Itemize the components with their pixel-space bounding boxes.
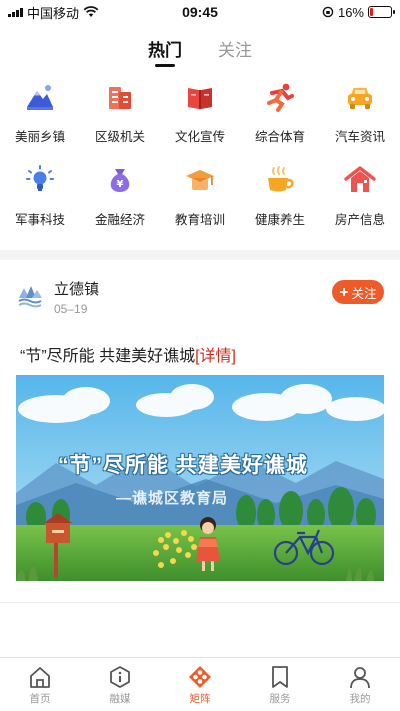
graduation-cap-icon — [183, 163, 217, 197]
orientation-lock-icon — [322, 6, 334, 18]
home-icon — [30, 667, 50, 688]
category-label: 教育培训 — [174, 213, 225, 227]
follow-button[interactable]: 关注 — [332, 280, 384, 304]
category-finance[interactable]: ¥ 金融经济 — [80, 163, 160, 228]
bottom-nav: 首页 融媒 矩阵 服务 我的 — [0, 657, 400, 711]
category-real-estate[interactable]: 房产信息 — [320, 163, 400, 228]
wifi-icon — [83, 6, 99, 17]
mountain-icon — [23, 80, 57, 114]
nav-matrix[interactable]: 矩阵 — [160, 658, 240, 711]
category-sports[interactable]: 综合体育 — [240, 80, 320, 145]
tab-follow[interactable]: 关注 — [218, 32, 252, 72]
post-date: 05–19 — [54, 302, 88, 316]
plus-icon — [340, 288, 349, 296]
user-icon — [350, 667, 370, 689]
nav-media[interactable]: 融媒 — [80, 658, 160, 711]
category-beautiful-towns[interactable]: 美丽乡镇 — [0, 80, 80, 145]
nav-service[interactable]: 服务 — [240, 658, 320, 711]
book-icon — [183, 80, 217, 114]
status-bar: 中国移动 09:45 16% — [0, 0, 400, 24]
news-post-card[interactable]: 立德镇 05–19 关注 “节”尽所能 共建美好谯城[详情] “节”尽所能 共建… — [0, 260, 400, 602]
category-label: 区级机关 — [94, 130, 145, 144]
cover-headline: “节”尽所能 共建美好谯城 — [58, 454, 308, 477]
category-education[interactable]: 教育培训 — [160, 163, 240, 228]
post-header: 立德镇 05–19 关注 — [16, 278, 384, 318]
detail-link[interactable]: [详情] — [195, 348, 236, 365]
category-label: 美丽乡镇 — [14, 130, 65, 144]
author-name[interactable]: 立德镇 — [54, 278, 99, 299]
category-label: 房产信息 — [334, 213, 385, 227]
category-grid: 美丽乡镇 区级机关 文化宣传 综合体育 汽车资讯 军事科技 ¥ 金融经济 教育培… — [0, 80, 400, 228]
status-time: 09:45 — [182, 4, 218, 20]
svg-text:¥: ¥ — [117, 179, 124, 190]
category-label: 金融经济 — [94, 213, 145, 227]
battery-icon — [368, 6, 395, 18]
cover-subline: —谯城区教育局 — [116, 490, 229, 507]
matrix-icon — [189, 666, 211, 688]
category-culture[interactable]: 文化宣传 — [160, 80, 240, 145]
category-label: 汽车资讯 — [334, 130, 385, 144]
money-bag-icon: ¥ — [103, 163, 137, 197]
car-icon — [343, 80, 377, 114]
bookmark-icon — [272, 666, 288, 688]
nav-profile[interactable]: 我的 — [320, 658, 400, 711]
media-icon — [110, 666, 130, 688]
category-auto-news[interactable]: 汽车资讯 — [320, 80, 400, 145]
house-icon — [343, 163, 377, 197]
tea-cup-icon — [263, 163, 297, 197]
post-cover-image[interactable]: “节”尽所能 共建美好谯城 —谯城区教育局 — [16, 375, 384, 581]
category-label: 文化宣传 — [174, 130, 225, 144]
category-district-agencies[interactable]: 区级机关 — [80, 80, 160, 145]
section-divider — [0, 250, 400, 260]
post-title[interactable]: “节”尽所能 共建美好谯城[详情] — [20, 342, 236, 366]
signal-icon — [8, 7, 23, 17]
tab-hot[interactable]: 热门 — [148, 32, 182, 72]
category-health[interactable]: 健康养生 — [240, 163, 320, 228]
nav-home[interactable]: 首页 — [0, 658, 80, 711]
lightbulb-icon — [23, 163, 57, 197]
category-military-tech[interactable]: 军事科技 — [0, 163, 80, 228]
carrier-name: 中国移动 — [27, 5, 80, 21]
battery-percent: 16% — [337, 4, 364, 20]
author-avatar[interactable] — [16, 282, 44, 310]
runner-icon — [263, 80, 297, 114]
building-icon — [103, 80, 137, 114]
category-label: 健康养生 — [254, 213, 305, 227]
category-label: 综合体育 — [254, 130, 305, 144]
active-tab-indicator — [155, 64, 175, 67]
category-label: 军事科技 — [14, 213, 65, 227]
post-bottom-divider — [0, 602, 400, 603]
top-tabs: 热门 关注 — [0, 32, 400, 72]
